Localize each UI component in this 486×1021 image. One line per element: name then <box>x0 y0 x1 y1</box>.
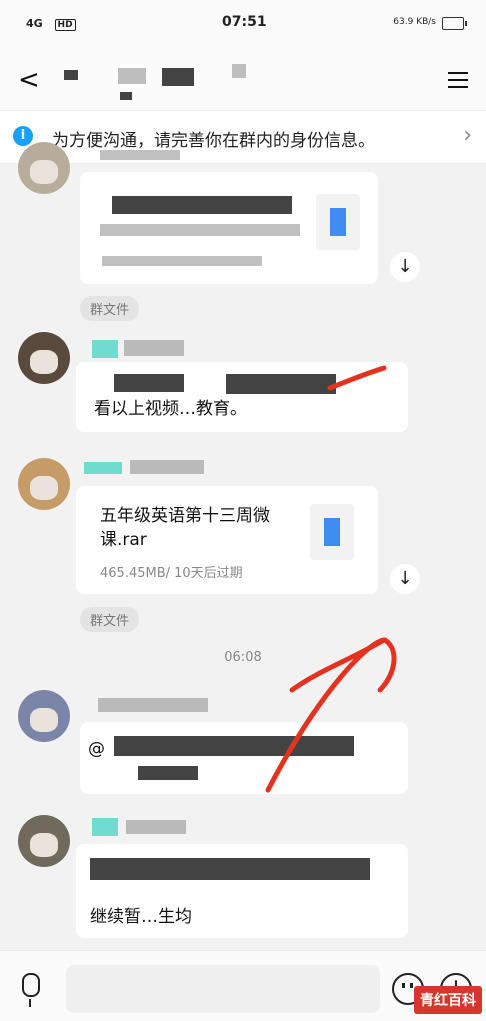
watermark-logo: 青红百科 <box>414 986 482 1014</box>
red-arrow-annotation <box>265 365 397 793</box>
microphone-icon[interactable] <box>22 973 40 1007</box>
message-input[interactable] <box>66 965 380 1013</box>
